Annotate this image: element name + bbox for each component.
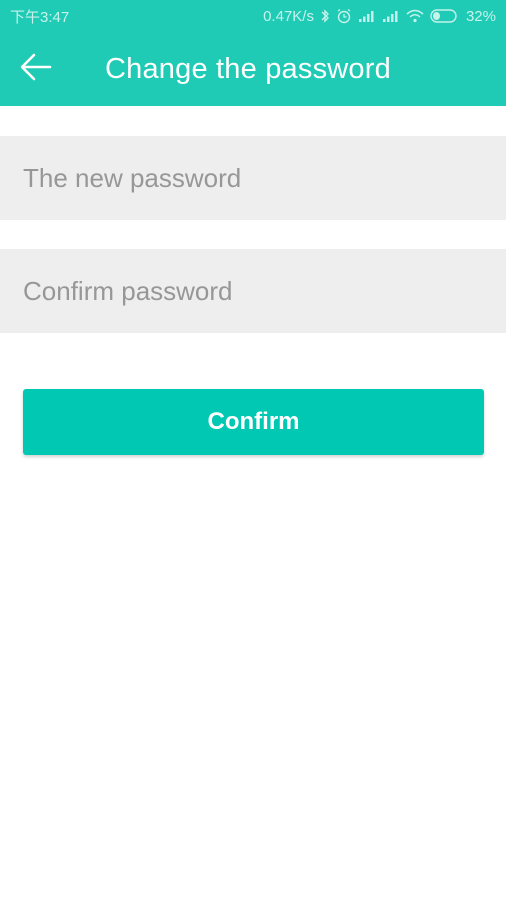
page-title: Change the password bbox=[105, 53, 391, 85]
back-button[interactable] bbox=[14, 51, 58, 87]
battery-percent: 32% bbox=[465, 7, 496, 25]
confirm-button[interactable]: Confirm bbox=[23, 389, 484, 455]
status-icons: 0.47K/s 32% bbox=[263, 8, 496, 25]
app-bar: Change the password bbox=[0, 32, 506, 106]
change-password-screen: 下午3:47 0.47K/s 32% Change the password C… bbox=[0, 0, 506, 900]
wifi-icon bbox=[406, 9, 424, 23]
new-password-input[interactable] bbox=[0, 136, 506, 220]
arrow-left-icon bbox=[20, 53, 52, 86]
signal-icon bbox=[358, 9, 376, 23]
confirm-password-input[interactable] bbox=[0, 249, 506, 333]
bluetooth-icon bbox=[320, 8, 330, 24]
status-bar: 下午3:47 0.47K/s 32% bbox=[0, 0, 506, 32]
network-speed: 0.47K/s bbox=[263, 7, 314, 25]
alarm-icon bbox=[336, 8, 352, 24]
signal-icon bbox=[382, 9, 400, 23]
battery-icon bbox=[430, 9, 460, 23]
status-time: 下午3:47 bbox=[10, 8, 70, 26]
